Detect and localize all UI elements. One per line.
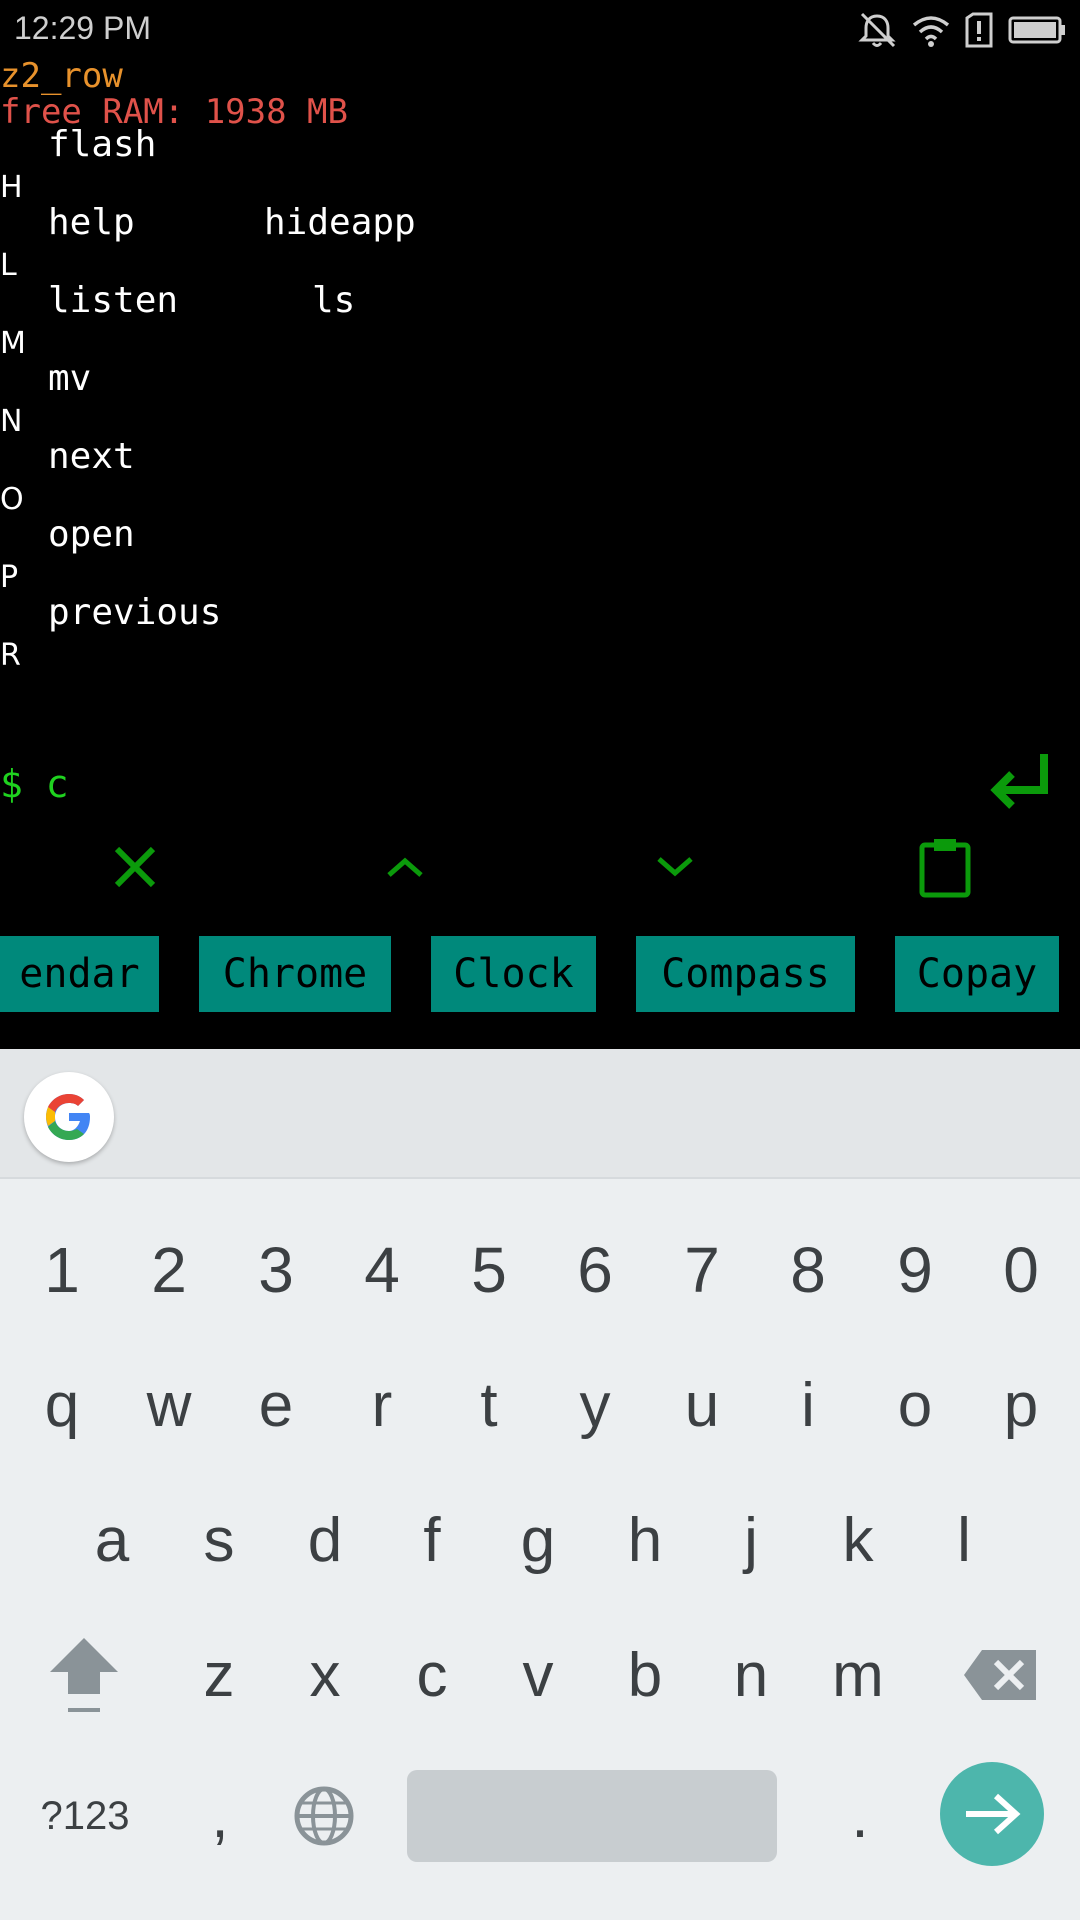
status-time: 12:29 PM bbox=[14, 10, 151, 46]
app-suggestion[interactable]: Clock bbox=[431, 936, 596, 1012]
symbols-key[interactable]: ?123 bbox=[30, 1756, 140, 1876]
key-b[interactable]: b bbox=[591, 1615, 699, 1735]
keyboard-suggestion-bar bbox=[0, 1049, 1080, 1179]
key-s[interactable]: s bbox=[165, 1480, 273, 1600]
clipboard-icon bbox=[919, 839, 971, 898]
key-f[interactable]: f bbox=[378, 1480, 486, 1600]
enter-icon bbox=[990, 754, 1048, 809]
key-q[interactable]: q bbox=[8, 1345, 116, 1465]
key-g[interactable]: g bbox=[484, 1480, 592, 1600]
mute-icon bbox=[856, 10, 898, 54]
shift-icon bbox=[50, 1638, 118, 1712]
arrow-right-icon bbox=[966, 1793, 1021, 1835]
key-o[interactable]: o bbox=[861, 1345, 969, 1465]
backspace-key[interactable] bbox=[940, 1615, 1060, 1735]
go-key[interactable] bbox=[940, 1762, 1044, 1866]
command-hideapp: hideapp bbox=[264, 202, 416, 243]
key-m[interactable]: m bbox=[804, 1615, 912, 1735]
command-previous: previous bbox=[48, 592, 222, 633]
key-j[interactable]: j bbox=[697, 1480, 805, 1600]
period-key[interactable]: . bbox=[805, 1756, 915, 1876]
key-y[interactable]: y bbox=[541, 1345, 649, 1465]
key-c[interactable]: c bbox=[378, 1615, 486, 1735]
chevron-up-icon bbox=[387, 857, 423, 877]
key-2[interactable]: 2 bbox=[115, 1210, 223, 1330]
google-button[interactable] bbox=[24, 1072, 114, 1162]
letter-header: P bbox=[0, 560, 19, 595]
battery-icon bbox=[1008, 16, 1066, 48]
letter-header: H bbox=[0, 170, 23, 205]
language-key[interactable] bbox=[270, 1756, 378, 1876]
command-ls: ls bbox=[312, 280, 356, 321]
app-suggestion[interactable]: Compass bbox=[636, 936, 855, 1012]
key-n[interactable]: n bbox=[697, 1615, 805, 1735]
command-open: open bbox=[48, 514, 135, 555]
key-4[interactable]: 4 bbox=[328, 1210, 436, 1330]
close-icon bbox=[114, 846, 156, 888]
key-e[interactable]: e bbox=[222, 1345, 330, 1465]
backspace-icon bbox=[964, 1650, 1036, 1700]
key-d[interactable]: d bbox=[271, 1480, 379, 1600]
command-mv: mv bbox=[48, 358, 92, 399]
space-key[interactable] bbox=[407, 1770, 777, 1862]
app-suggestion[interactable]: Chrome bbox=[199, 936, 391, 1012]
letter-header: R bbox=[0, 638, 21, 673]
key-t[interactable]: t bbox=[435, 1345, 543, 1465]
letter-header: M bbox=[0, 326, 26, 361]
key-9[interactable]: 9 bbox=[861, 1210, 969, 1330]
status-icons bbox=[856, 12, 1066, 52]
key-u[interactable]: u bbox=[648, 1345, 756, 1465]
letter-header: L bbox=[0, 248, 17, 283]
shift-key[interactable] bbox=[30, 1615, 138, 1735]
command-next: next bbox=[48, 436, 135, 477]
app-suggestion[interactable]: Copay bbox=[895, 936, 1059, 1012]
clear-button[interactable] bbox=[95, 832, 175, 902]
key-8[interactable]: 8 bbox=[754, 1210, 862, 1330]
chevron-down-icon bbox=[657, 857, 693, 877]
history-up-button[interactable] bbox=[365, 832, 445, 902]
key-a[interactable]: a bbox=[58, 1480, 166, 1600]
key-h[interactable]: h bbox=[591, 1480, 699, 1600]
command-input[interactable]: $ c bbox=[0, 762, 69, 806]
command-help: help bbox=[48, 202, 135, 243]
key-l[interactable]: l bbox=[910, 1480, 1018, 1600]
app-suggestion[interactable]: endar bbox=[0, 936, 159, 1012]
comma-key[interactable]: , bbox=[165, 1756, 275, 1876]
key-w[interactable]: w bbox=[115, 1345, 223, 1465]
letter-header: O bbox=[0, 482, 24, 517]
key-x[interactable]: x bbox=[271, 1615, 379, 1735]
input-value: c bbox=[45, 762, 69, 806]
key-7[interactable]: 7 bbox=[648, 1210, 756, 1330]
key-v[interactable]: v bbox=[484, 1615, 592, 1735]
command-listen: listen bbox=[48, 280, 179, 321]
key-i[interactable]: i bbox=[754, 1345, 862, 1465]
prompt-symbol: $ bbox=[0, 762, 23, 806]
status-bar: 12:29 PM bbox=[0, 0, 1080, 62]
globe-icon bbox=[294, 1786, 354, 1846]
key-3[interactable]: 3 bbox=[222, 1210, 330, 1330]
device-name: z2_row bbox=[0, 56, 123, 96]
alert-icon bbox=[964, 12, 994, 52]
key-1[interactable]: 1 bbox=[8, 1210, 116, 1330]
paste-button[interactable] bbox=[905, 830, 985, 906]
key-z[interactable]: z bbox=[165, 1615, 273, 1735]
key-6[interactable]: 6 bbox=[541, 1210, 649, 1330]
key-0[interactable]: 0 bbox=[967, 1210, 1075, 1330]
app-suggestions: endar Chrome Clock Compass Copay bbox=[0, 936, 1080, 1014]
key-5[interactable]: 5 bbox=[435, 1210, 543, 1330]
key-p[interactable]: p bbox=[967, 1345, 1075, 1465]
command-flash: flash bbox=[48, 124, 157, 165]
google-icon bbox=[46, 1094, 90, 1140]
key-k[interactable]: k bbox=[804, 1480, 912, 1600]
key-r[interactable]: r bbox=[328, 1345, 436, 1465]
wifi-icon bbox=[912, 13, 950, 51]
history-down-button[interactable] bbox=[635, 832, 715, 902]
letter-header: N bbox=[0, 404, 23, 439]
enter-button[interactable] bbox=[984, 748, 1054, 818]
